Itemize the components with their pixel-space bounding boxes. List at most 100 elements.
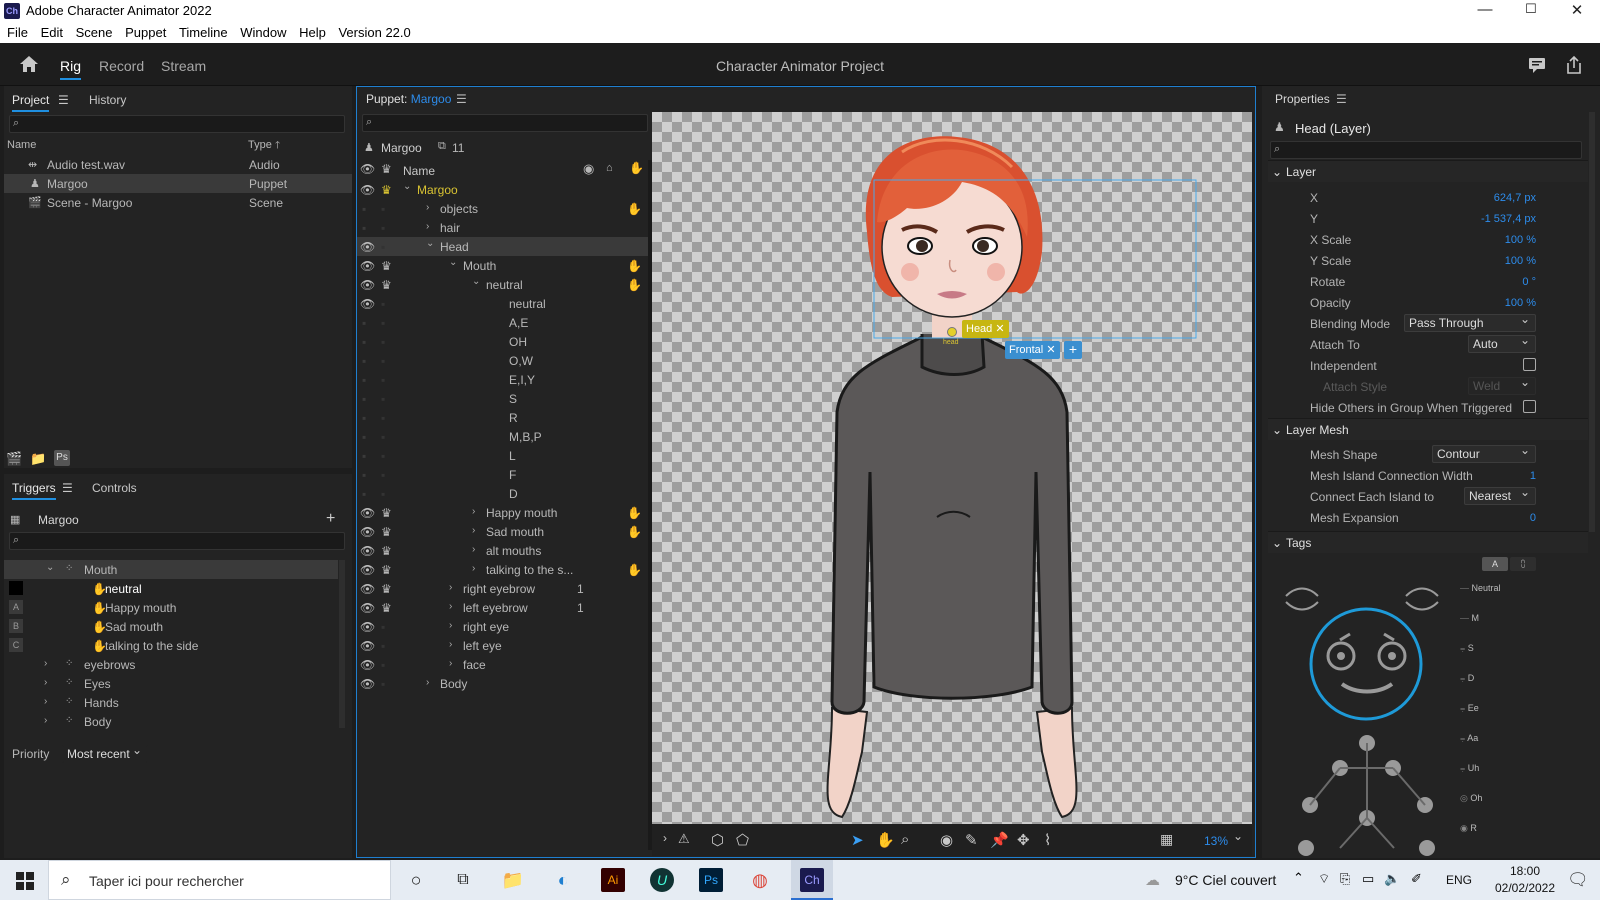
layer-row[interactable]: 👁 ♛ › Happy mouth ✋	[357, 503, 649, 522]
mouth-tag-aa[interactable]: ⩦ Aa	[1460, 733, 1478, 744]
independence-slot[interactable]: ▪	[381, 335, 385, 349]
properties-scrollbar[interactable]	[1589, 112, 1595, 532]
mesh-icon[interactable]: ⬡	[711, 831, 724, 849]
layer-row[interactable]: 👁 ♛ ⌄ Mouth ✋	[357, 256, 649, 275]
pen-icon[interactable]: ✐	[1411, 871, 1422, 887]
eye-icon[interactable]: 👁	[360, 563, 375, 577]
eye-icon[interactable]: 👁	[360, 506, 375, 520]
edge-icon[interactable]: ◐	[547, 866, 579, 894]
trigger-row[interactable]: B ✋ Sad mouth	[4, 617, 338, 636]
trigger-row[interactable]: A ✋ Happy mouth	[4, 598, 338, 617]
chevron-down-icon[interactable]: ⌄	[449, 257, 457, 268]
menu-help[interactable]: Help	[299, 22, 326, 40]
maximize-button[interactable]: ☐	[1508, 1, 1554, 17]
eye-icon[interactable]: 👁	[360, 525, 375, 539]
layer-row[interactable]: 👁 ▪ ⌄ Head	[357, 237, 649, 256]
eye-hidden-icon[interactable]: ▪	[362, 335, 366, 349]
shape-icon[interactable]: ⬠	[736, 831, 749, 849]
pin-tool-icon[interactable]: 📌	[990, 831, 1009, 849]
crown-icon[interactable]: ♛	[381, 506, 392, 520]
eye-icon[interactable]: 👁	[360, 297, 375, 311]
weather-text[interactable]: 9°C Ciel couvert	[1175, 872, 1276, 888]
prop-y-value[interactable]: -1 537,4 px	[1440, 213, 1536, 225]
network-icon[interactable]: ⌔	[1318, 871, 1330, 887]
eye-icon[interactable]: 👁	[360, 259, 375, 273]
project-search-input[interactable]: ⌕	[9, 115, 345, 133]
chevron-right-icon[interactable]: ›	[426, 202, 429, 213]
list-item[interactable]: 🎬 Scene - Margoo Scene	[4, 193, 352, 212]
tab-history[interactable]: History	[89, 93, 126, 107]
island-width-value[interactable]: 1	[1500, 470, 1536, 482]
chevron-right-icon[interactable]: ›	[472, 563, 475, 574]
crown-icon[interactable]: ♛	[381, 183, 392, 197]
layer-row[interactable]: ▪ ▪ OH	[357, 332, 649, 351]
volume-icon[interactable]: 🔈	[1384, 871, 1400, 887]
prop-rotate-value[interactable]: 0 °	[1440, 276, 1536, 288]
layer-row[interactable]: ▪ ▪ S	[357, 389, 649, 408]
independence-slot[interactable]: ▪	[381, 487, 385, 501]
hand-icon[interactable]: ✋	[627, 525, 642, 539]
menu-window[interactable]: Window	[240, 22, 286, 40]
chevron-right-icon[interactable]: ›	[449, 601, 452, 612]
tab-triggers[interactable]: Triggers	[12, 481, 56, 500]
tab-stream[interactable]: Stream	[161, 58, 206, 74]
illustrator-icon[interactable]: Ai	[601, 868, 625, 892]
handle-tool-icon[interactable]: ✥	[1017, 831, 1030, 849]
file-explorer-icon[interactable]: 📁	[497, 866, 529, 894]
tab-project[interactable]: Project	[12, 93, 50, 112]
independence-slot[interactable]: ▪	[381, 639, 385, 653]
language-indicator[interactable]: ENG	[1446, 873, 1472, 887]
independence-slot[interactable]: ▪	[381, 297, 385, 311]
properties-search-input[interactable]: ⌕	[1270, 141, 1582, 159]
independence-slot[interactable]: ▪	[381, 677, 385, 691]
layer-row[interactable]: ▪ ▪ F	[357, 465, 649, 484]
layer-row[interactable]: 👁 ♛ ⌄ Margoo	[357, 180, 649, 199]
head-handle-label[interactable]: Head ✕	[962, 320, 1009, 338]
eye-hidden-icon[interactable]: ▪	[362, 221, 366, 235]
photoshop-import-icon[interactable]: Ps	[54, 450, 70, 466]
folder-icon[interactable]: 📁	[30, 451, 46, 467]
mesh-expansion-value[interactable]: 0	[1500, 512, 1536, 524]
hand-tool-icon[interactable]: ✋	[876, 831, 895, 849]
origin-tool-icon[interactable]: ◉	[940, 831, 953, 849]
close-icon[interactable]: ✕	[995, 323, 1004, 335]
cortana-icon[interactable]: ○	[400, 866, 432, 894]
triggers-scrollbar[interactable]	[339, 560, 345, 728]
frontal-tag[interactable]: Frontal ✕	[1005, 341, 1060, 359]
layer-row[interactable]: ▪ ▪ A,E	[357, 313, 649, 332]
prop-x-value[interactable]: 624,7 px	[1440, 192, 1536, 204]
tags-visual-toggle[interactable]: ⩇	[1510, 557, 1536, 571]
project-col-type[interactable]: Type	[248, 139, 272, 151]
independence-slot[interactable]: ▪	[381, 430, 385, 444]
layer-row[interactable]: 👁 ♛ › right eyebrow 1	[357, 579, 649, 598]
chevron-down-icon[interactable]: ⌄	[403, 181, 411, 192]
hand-icon[interactable]: ✋	[627, 506, 642, 520]
layer-row[interactable]: 👁 ▪ neutral	[357, 294, 649, 313]
blending-mode-dropdown[interactable]: Pass Through	[1404, 312, 1536, 332]
close-icon[interactable]: ✕	[1046, 344, 1055, 356]
puppet-name-link[interactable]: Margoo	[411, 92, 452, 106]
independence-slot[interactable]: ▪	[381, 411, 385, 425]
transparency-grid-icon[interactable]: ▦	[1160, 831, 1173, 848]
independence-slot[interactable]: ▪	[381, 620, 385, 634]
trigger-group-row[interactable]: ⌄ ⁘ Mouth	[4, 560, 338, 579]
warning-icon[interactable]: ⚠	[678, 831, 690, 847]
independence-slot[interactable]: ▪	[381, 468, 385, 482]
eye-hidden-icon[interactable]: ▪	[362, 202, 366, 216]
layer-row[interactable]: ▪ ▪ L	[357, 446, 649, 465]
trigger-group-row[interactable]: › ⁘ Hands	[4, 693, 338, 712]
chevron-right-icon[interactable]: ›	[44, 696, 47, 707]
eye-icon[interactable]: 👁	[360, 677, 375, 691]
tab-rig[interactable]: Rig	[60, 58, 82, 80]
menu-file[interactable]: File	[7, 22, 28, 40]
crown-icon[interactable]: ♛	[381, 601, 392, 615]
new-scene-icon[interactable]: 🎬	[6, 451, 22, 467]
minimize-button[interactable]: —	[1462, 1, 1508, 18]
chevron-down-icon[interactable]: ⌄	[1233, 829, 1243, 843]
tab-controls[interactable]: Controls	[92, 481, 137, 495]
prop-yscale-value[interactable]: 100 %	[1440, 255, 1536, 267]
layer-row[interactable]: 👁 ♛ › alt mouths	[357, 541, 649, 560]
layer-mesh-section-header[interactable]: ⌄ Layer Mesh	[1268, 418, 1588, 440]
layer-row[interactable]: ▪ ▪ › hair	[357, 218, 649, 237]
usb-icon[interactable]: ⎘	[1340, 871, 1350, 887]
